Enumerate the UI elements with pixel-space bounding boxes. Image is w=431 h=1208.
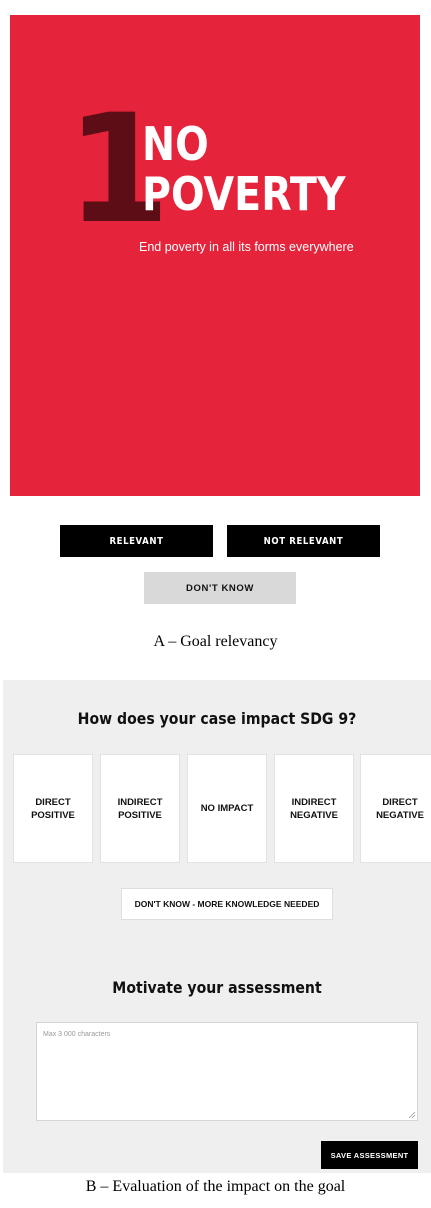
not-relevant-button[interactable]: NOT RELEVANT (227, 525, 380, 557)
save-assessment-button[interactable]: SAVE ASSESSMENT (321, 1141, 418, 1169)
goal-card: 1 NO POVERTY End poverty in all its form… (10, 15, 420, 496)
impact-option-indirect-positive[interactable]: INDIRECT POSITIVE (100, 754, 180, 863)
dont-know-button[interactable]: DON'T KNOW (144, 572, 296, 604)
caption-impact-evaluation: B – Evaluation of the impact on the goal (85, 1178, 346, 1195)
goal-title-line-1: NO (142, 117, 209, 171)
resize-handle-icon[interactable] (408, 1111, 416, 1119)
goal-subtitle: End poverty in all its forms everywhere (139, 240, 354, 254)
impact-option-direct-positive[interactable]: DIRECT POSITIVE (13, 754, 93, 863)
impact-question: How does your case impact SDG 9? (77, 709, 357, 728)
relevant-button[interactable]: RELEVANT (60, 525, 213, 557)
caption-goal-relevancy: A – Goal relevancy (153, 633, 278, 650)
impact-option-no-impact[interactable]: NO IMPACT (187, 754, 267, 863)
dont-know-more-knowledge-button[interactable]: DON'T KNOW - MORE KNOWLEDGE NEEDED (121, 888, 333, 920)
impact-option-direct-negative[interactable]: DIRECT NEGATIVE (360, 754, 431, 863)
goal-title-line-2: POVERTY (142, 167, 346, 221)
impact-panel: How does your case impact SDG 9? DIRECT … (3, 680, 431, 1173)
motivate-heading: Motivate your assessment (112, 978, 322, 997)
assessment-textarea[interactable] (36, 1022, 418, 1121)
goal-title: NO POVERTY (142, 119, 346, 219)
impact-option-indirect-negative[interactable]: INDIRECT NEGATIVE (274, 754, 354, 863)
